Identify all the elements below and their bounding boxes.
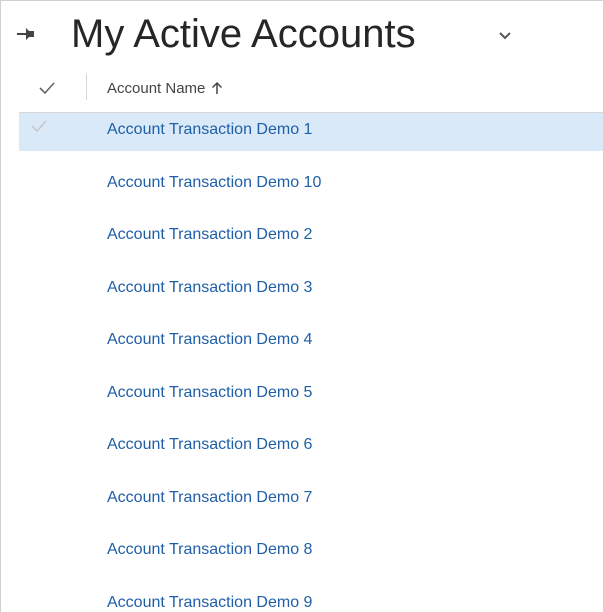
grid-view-panel: My Active Accounts Account Name Account … bbox=[0, 0, 603, 612]
pin-icon[interactable] bbox=[15, 23, 37, 45]
table-row[interactable]: Account Transaction Demo 9 bbox=[19, 586, 603, 612]
account-name-link[interactable]: Account Transaction Demo 7 bbox=[107, 488, 312, 508]
view-title: My Active Accounts bbox=[71, 12, 416, 56]
view-title-bar: My Active Accounts bbox=[1, 1, 603, 63]
table-row[interactable]: Account Transaction Demo 7 bbox=[19, 481, 603, 534]
account-name-link[interactable]: Account Transaction Demo 5 bbox=[107, 383, 312, 403]
column-header-label: Account Name bbox=[107, 79, 206, 97]
grid-rows: Account Transaction Demo 1 Account Trans… bbox=[19, 113, 603, 612]
row-checkmark-icon[interactable] bbox=[31, 119, 47, 133]
table-row[interactable]: Account Transaction Demo 3 bbox=[19, 271, 603, 324]
account-name-link[interactable]: Account Transaction Demo 3 bbox=[107, 278, 312, 298]
account-name-link[interactable]: Account Transaction Demo 4 bbox=[107, 330, 312, 350]
column-divider bbox=[86, 74, 87, 100]
table-row[interactable]: Account Transaction Demo 8 bbox=[19, 533, 603, 586]
table-row[interactable]: Account Transaction Demo 4 bbox=[19, 323, 603, 376]
table-row[interactable]: Account Transaction Demo 2 bbox=[19, 218, 603, 271]
select-all-checkmark-icon[interactable] bbox=[39, 81, 55, 95]
table-row[interactable]: Account Transaction Demo 6 bbox=[19, 428, 603, 481]
account-name-link[interactable]: Account Transaction Demo 8 bbox=[107, 540, 312, 560]
account-name-link[interactable]: Account Transaction Demo 1 bbox=[107, 120, 312, 140]
account-name-link[interactable]: Account Transaction Demo 6 bbox=[107, 435, 312, 455]
grid-header-row: Account Name bbox=[19, 64, 603, 113]
table-row[interactable]: Account Transaction Demo 1 bbox=[19, 113, 603, 151]
chevron-down-icon[interactable] bbox=[498, 29, 512, 41]
account-name-link[interactable]: Account Transaction Demo 9 bbox=[107, 593, 312, 612]
table-row[interactable]: Account Transaction Demo 5 bbox=[19, 376, 603, 429]
table-row[interactable]: Account Transaction Demo 10 bbox=[19, 166, 603, 219]
arrow-up-icon bbox=[211, 81, 223, 95]
account-name-link[interactable]: Account Transaction Demo 2 bbox=[107, 225, 312, 245]
column-header-account-name[interactable]: Account Name bbox=[107, 78, 223, 98]
account-name-link[interactable]: Account Transaction Demo 10 bbox=[107, 173, 321, 193]
